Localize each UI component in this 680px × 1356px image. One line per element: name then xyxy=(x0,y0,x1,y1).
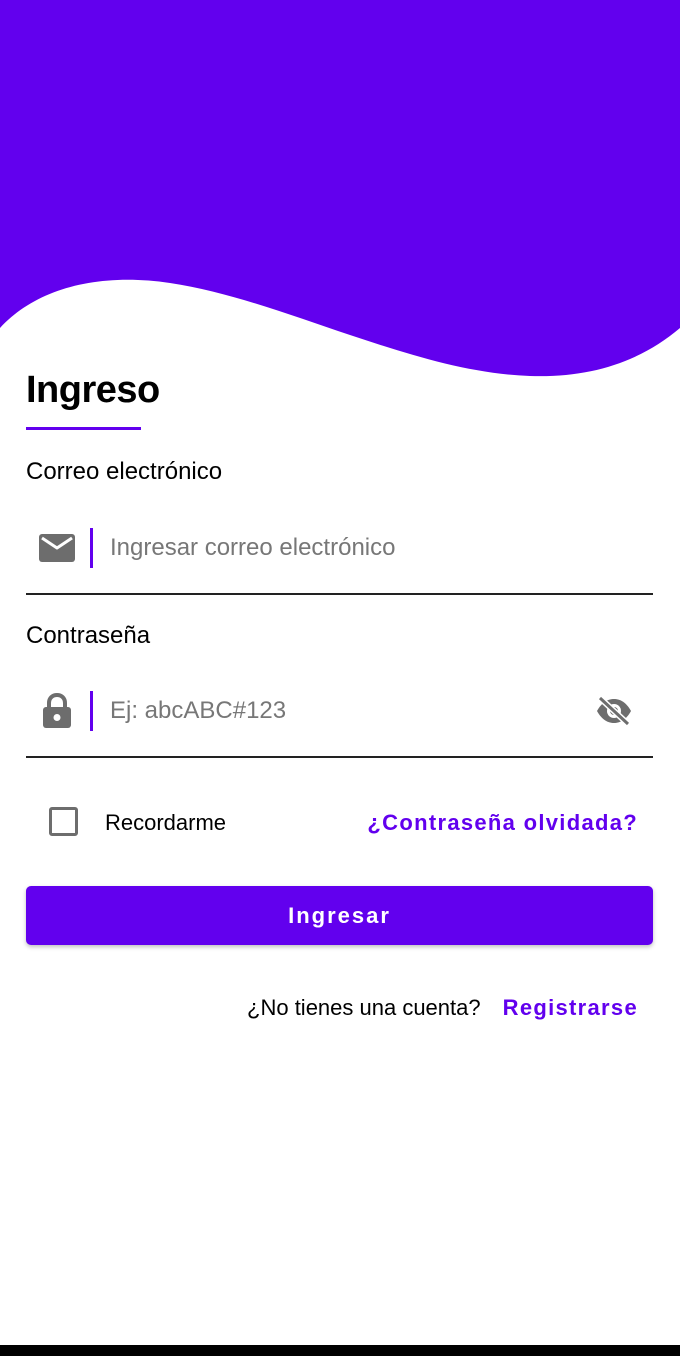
lock-icon xyxy=(38,692,76,730)
email-input[interactable] xyxy=(110,527,590,569)
password-field[interactable] xyxy=(26,682,653,758)
register-link[interactable]: Registrarse xyxy=(503,994,638,1022)
login-screen: Ingreso Correo electrónico Contraseña xyxy=(0,0,680,1356)
system-nav-bar xyxy=(0,1345,680,1356)
page-title: Ingreso xyxy=(26,369,160,411)
header-wave xyxy=(0,0,680,377)
login-button[interactable]: Ingresar xyxy=(26,886,653,945)
remember-checkbox[interactable] xyxy=(49,807,78,836)
register-question: ¿No tienes una cuenta? xyxy=(247,995,481,1020)
password-input-divider xyxy=(90,691,93,731)
email-label: Correo electrónico xyxy=(26,458,223,485)
forgot-password-link[interactable]: ¿Contraseña olvidada? xyxy=(367,809,638,837)
title-underline xyxy=(26,427,141,430)
register-row: ¿No tienes una cuenta? Registrarse xyxy=(247,994,638,1022)
password-label: Contraseña xyxy=(26,622,151,649)
remember-label[interactable]: Recordarme xyxy=(105,809,226,837)
email-icon xyxy=(38,529,76,567)
password-input[interactable] xyxy=(110,690,590,732)
toggle-password-visibility[interactable] xyxy=(595,694,633,728)
email-input-divider xyxy=(90,528,93,568)
email-field[interactable] xyxy=(26,519,653,595)
eye-off-icon xyxy=(597,696,631,726)
